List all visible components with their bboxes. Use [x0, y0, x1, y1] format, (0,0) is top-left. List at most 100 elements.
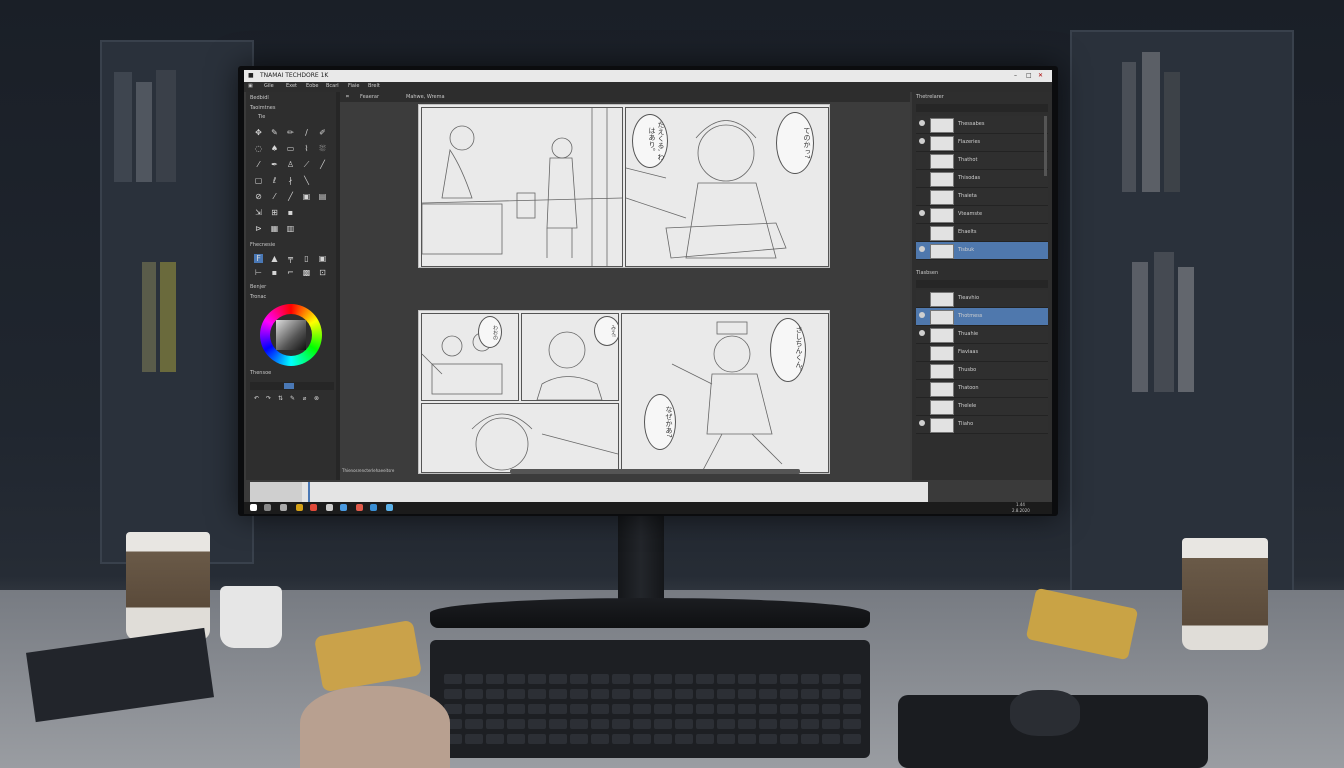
eye-icon[interactable]: [919, 210, 925, 216]
eye-icon[interactable]: [919, 312, 925, 318]
manga-panel-1[interactable]: [421, 107, 623, 267]
speech-bubble-1[interactable]: たえくる, わはあり。: [632, 114, 668, 168]
lasso-tool-icon[interactable]: ◌: [254, 144, 263, 153]
manga-page-bottom[interactable]: わおの みえ! さしちんくん。 なぜかあ?: [418, 310, 830, 474]
stamp-tool-icon[interactable]: ▣: [302, 192, 311, 201]
manga-panel-5[interactable]: [421, 403, 619, 473]
eye-icon[interactable]: [919, 138, 925, 144]
pencil-tool-icon[interactable]: ✏: [286, 128, 295, 137]
speech-bubble-4[interactable]: みえ!: [594, 316, 618, 346]
object-tool-icon[interactable]: ⊳: [254, 224, 263, 233]
triangle-icon[interactable]: ▲: [270, 254, 279, 263]
manga-panel-6[interactable]: さしちんくん。 なぜかあ?: [621, 313, 829, 473]
timeline-controls[interactable]: [250, 482, 302, 502]
rotate-tool-icon[interactable]: ▪: [286, 208, 295, 217]
correct-tool-icon[interactable]: ⊘: [254, 192, 263, 201]
figure-tool-icon[interactable]: ♙: [286, 160, 295, 169]
speech-bubble-6[interactable]: なぜかあ?: [644, 394, 676, 450]
manga-page-top[interactable]: たえくる, わはあり。 てのかっ?: [418, 104, 830, 268]
decoration-tool-icon[interactable]: ▤: [318, 192, 327, 201]
menu-item-6[interactable]: Brelt: [368, 83, 380, 89]
select-tool-icon[interactable]: ▦: [270, 224, 279, 233]
search-icon[interactable]: [264, 504, 271, 511]
text-tool-icon[interactable]: ℓ: [270, 176, 279, 185]
sub-tool-4-icon[interactable]: ▯: [302, 254, 311, 263]
blend-tool-icon[interactable]: ⌇: [302, 144, 311, 153]
menu-item-4[interactable]: Bcarl: [326, 83, 339, 89]
menu-app-icon[interactable]: ▣: [248, 83, 253, 89]
color-sets-bar[interactable]: [250, 382, 334, 390]
layer-row[interactable]: Thuahie: [916, 326, 1048, 344]
eyedropper-tool-icon[interactable]: ⁄: [254, 160, 263, 169]
color-set-active[interactable]: [284, 383, 294, 389]
sub-tool-7-icon[interactable]: ▪: [270, 268, 279, 277]
timeline-playhead[interactable]: [308, 482, 310, 502]
layer-row-selected[interactable]: Thotmess: [916, 308, 1048, 326]
layer-row[interactable]: Thelele: [916, 398, 1048, 416]
sub-tool-5-icon[interactable]: ▣: [318, 254, 327, 263]
start-icon[interactable]: [250, 504, 257, 511]
speech-bubble-2[interactable]: てのかっ?: [776, 112, 814, 174]
settings-small-icon[interactable]: ⊗: [312, 394, 321, 403]
grid-tool-icon[interactable]: ▥: [286, 224, 295, 233]
move-tool-icon[interactable]: ✥: [254, 128, 263, 137]
horizontal-scrollbar[interactable]: [510, 469, 800, 474]
layers-scrollbar[interactable]: [1044, 116, 1047, 176]
layer-row-selected[interactable]: Tisbuk: [916, 242, 1048, 260]
folder-icon[interactable]: [296, 504, 303, 511]
color-square[interactable]: [276, 320, 306, 350]
doc-tab-2[interactable]: Mahwe, Wrema: [406, 94, 445, 100]
layer-row[interactable]: Flazeries: [916, 134, 1048, 152]
eye-icon[interactable]: [919, 120, 925, 126]
app-icon-2[interactable]: [326, 504, 333, 511]
ink-tool-icon[interactable]: ✒: [270, 160, 279, 169]
sub-tool-9-icon[interactable]: ▩: [302, 268, 311, 277]
undo-icon[interactable]: ↶: [252, 394, 261, 403]
browser-icon[interactable]: [310, 504, 317, 511]
sub-tool-3-icon[interactable]: ╤: [286, 254, 295, 263]
menu-item-1[interactable]: Gile: [264, 83, 274, 89]
minimize-button[interactable]: –: [1014, 72, 1017, 79]
canvas-area[interactable]: たえくる, わはあり。 てのかっ? わおの みえ! さしちんくん。 なぜかあ? …: [340, 102, 910, 480]
doc-menu-icon[interactable]: ⌗: [346, 94, 349, 100]
eye-icon[interactable]: [919, 330, 925, 336]
brush-tool-icon[interactable]: ∕: [302, 128, 311, 137]
hand-tool-icon[interactable]: ⇲: [254, 208, 263, 217]
brush-small-icon[interactable]: ⌀: [300, 394, 309, 403]
smooth-tool-icon[interactable]: ⁄: [270, 192, 279, 201]
app-icon-3[interactable]: [340, 504, 347, 511]
balloon-tool-icon[interactable]: ∤: [286, 176, 295, 185]
layer-row[interactable]: Thisodas: [916, 170, 1048, 188]
eraser-tool-icon[interactable]: ▭: [286, 144, 295, 153]
eye-icon[interactable]: [919, 246, 925, 252]
manga-panel-4[interactable]: みえ!: [521, 313, 619, 401]
taskview-icon[interactable]: [280, 504, 287, 511]
sub-tool-6-icon[interactable]: ⊢: [254, 268, 263, 277]
layer-row[interactable]: Vteamste: [916, 206, 1048, 224]
line-tool-icon[interactable]: ╱: [318, 160, 327, 169]
pen-tool-icon[interactable]: ✎: [270, 128, 279, 137]
manga-panel-3[interactable]: わおの: [421, 313, 519, 401]
manga-panel-2[interactable]: たえくる, わはあり。 てのかっ?: [625, 107, 829, 267]
layer-row[interactable]: Thessabes: [916, 116, 1048, 134]
pen2-tool-icon[interactable]: ╱: [286, 192, 295, 201]
layer-row[interactable]: Thusbo: [916, 362, 1048, 380]
gradient-tool-icon[interactable]: ╲: [302, 176, 311, 185]
layer-row[interactable]: Thatoon: [916, 380, 1048, 398]
menu-item-2[interactable]: Exet: [286, 83, 297, 89]
layers-bottom-toolbar[interactable]: [916, 280, 1048, 288]
layer-row[interactable]: Thaieta: [916, 188, 1048, 206]
layers-top-toolbar[interactable]: [916, 104, 1048, 112]
sub-tool-10-icon[interactable]: ⊡: [318, 268, 327, 277]
layer-row[interactable]: Tieavhio: [916, 290, 1048, 308]
layer-row[interactable]: Fiaviaas: [916, 344, 1048, 362]
redo-icon[interactable]: ↷: [264, 394, 273, 403]
frame-tool-icon[interactable]: ▢: [254, 176, 263, 185]
doc-tab-1[interactable]: Feaerar: [360, 94, 379, 100]
airbrush-tool-icon[interactable]: ♠: [270, 144, 279, 153]
close-button[interactable]: ✕: [1038, 72, 1043, 79]
fill-tool-icon[interactable]: ⛆: [318, 144, 327, 153]
timeline[interactable]: [250, 482, 928, 502]
layer-row[interactable]: Ehaelts: [916, 224, 1048, 242]
pencil-small-icon[interactable]: ✎: [288, 394, 297, 403]
